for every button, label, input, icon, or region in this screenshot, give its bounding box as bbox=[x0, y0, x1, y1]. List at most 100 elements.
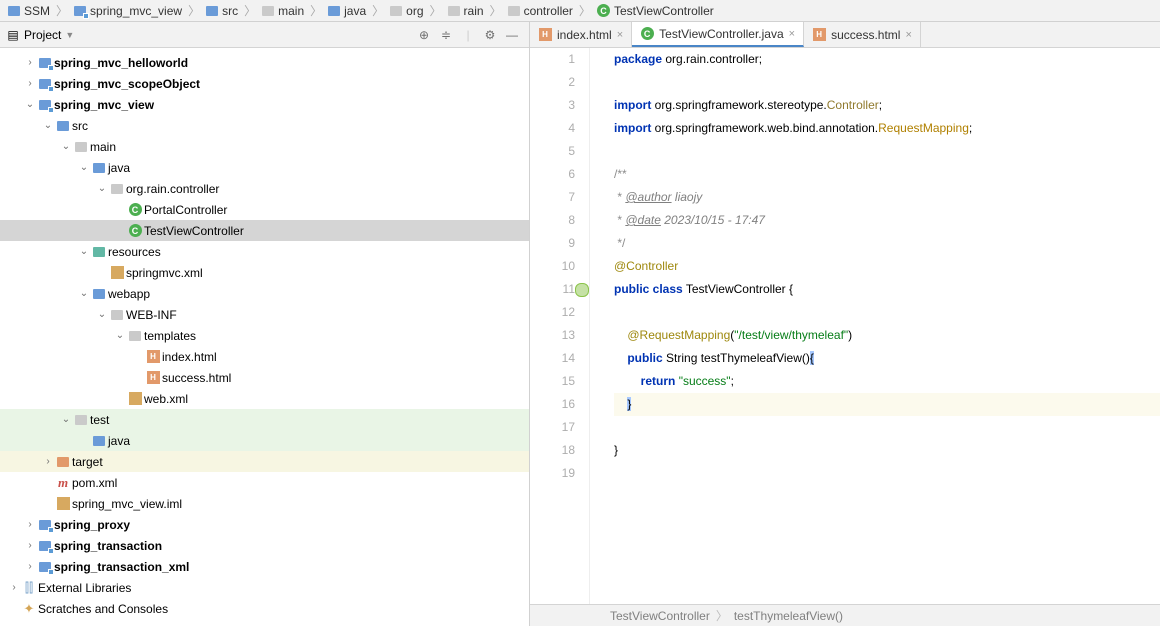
code-line[interactable]: public String testThymeleafView(){ bbox=[614, 347, 1160, 370]
code-line[interactable] bbox=[614, 462, 1160, 485]
tree-item[interactable]: springmvc.xml bbox=[0, 262, 529, 283]
status-method[interactable]: testThymeleafView() bbox=[734, 609, 843, 623]
tree-item[interactable]: ›⫿⫿External Libraries bbox=[0, 577, 529, 598]
tree-item[interactable]: ⌄resources bbox=[0, 241, 529, 262]
line-number[interactable]: 12 bbox=[530, 301, 575, 324]
tree-item[interactable]: ›spring_transaction_xml bbox=[0, 556, 529, 577]
tree-arrow[interactable]: ⌄ bbox=[58, 141, 74, 152]
tree-item[interactable]: ⌄src bbox=[0, 115, 529, 136]
tree-arrow[interactable]: › bbox=[40, 456, 56, 467]
code-line[interactable]: import org.springframework.stereotype.Co… bbox=[614, 94, 1160, 117]
line-number[interactable]: 18 bbox=[530, 439, 575, 462]
hide-button[interactable]: — bbox=[501, 24, 523, 46]
code-line[interactable]: package org.rain.controller; bbox=[614, 48, 1160, 71]
editor-tab[interactable]: Hindex.html× bbox=[530, 22, 632, 47]
line-number[interactable]: 15 bbox=[530, 370, 575, 393]
settings-button[interactable]: ⚙ bbox=[479, 24, 501, 46]
tree-item[interactable]: ⌄main bbox=[0, 136, 529, 157]
code-line[interactable]: @RequestMapping("/test/view/thymeleaf") bbox=[614, 324, 1160, 347]
code-line[interactable] bbox=[614, 140, 1160, 163]
line-number[interactable]: 5 bbox=[530, 140, 575, 163]
tree-item[interactable]: ⌄test bbox=[0, 409, 529, 430]
breadcrumb-item[interactable]: org bbox=[386, 4, 427, 18]
line-number[interactable]: 13 bbox=[530, 324, 575, 347]
line-number[interactable]: 19 bbox=[530, 462, 575, 485]
tree-arrow[interactable]: › bbox=[22, 57, 38, 68]
code-line[interactable]: * @date 2023/10/15 - 17:47 bbox=[614, 209, 1160, 232]
tree-arrow[interactable]: › bbox=[22, 78, 38, 89]
line-number[interactable]: 7 bbox=[530, 186, 575, 209]
tree-item[interactable]: ⌄WEB-INF bbox=[0, 304, 529, 325]
line-number[interactable]: 17 bbox=[530, 416, 575, 439]
tree-item[interactable]: ⌄java bbox=[0, 157, 529, 178]
line-number[interactable]: 8 bbox=[530, 209, 575, 232]
tree-item[interactable]: ⌄org.rain.controller bbox=[0, 178, 529, 199]
tree-arrow[interactable]: ⌄ bbox=[76, 162, 92, 173]
tree-arrow[interactable]: › bbox=[6, 582, 22, 593]
tree-item[interactable]: Hindex.html bbox=[0, 346, 529, 367]
tree-arrow[interactable]: ⌄ bbox=[76, 246, 92, 257]
code-line[interactable]: return "success"; bbox=[614, 370, 1160, 393]
breadcrumb-item[interactable]: spring_mvc_view bbox=[70, 4, 186, 18]
close-icon[interactable]: × bbox=[617, 29, 623, 41]
breadcrumb-item[interactable]: main bbox=[258, 4, 308, 18]
tree-item[interactable]: ›spring_proxy bbox=[0, 514, 529, 535]
code-editor[interactable]: package org.rain.controller; import org.s… bbox=[590, 48, 1160, 604]
tree-item[interactable]: ›spring_transaction bbox=[0, 535, 529, 556]
code-line[interactable] bbox=[614, 71, 1160, 94]
code-line[interactable]: } bbox=[614, 393, 1160, 416]
tree-item[interactable]: ›spring_mvc_scopeObject bbox=[0, 73, 529, 94]
code-line[interactable]: /** bbox=[614, 163, 1160, 186]
tree-item[interactable]: ⌄spring_mvc_view bbox=[0, 94, 529, 115]
tree-arrow[interactable]: ⌄ bbox=[94, 183, 110, 194]
tree-arrow[interactable]: ⌄ bbox=[94, 309, 110, 320]
status-class[interactable]: TestViewController bbox=[610, 609, 710, 623]
breadcrumb-item[interactable]: SSM bbox=[4, 4, 54, 18]
tree-item[interactable]: web.xml bbox=[0, 388, 529, 409]
tree-arrow[interactable]: ⌄ bbox=[22, 99, 38, 110]
code-line[interactable]: public class TestViewController { bbox=[614, 278, 1160, 301]
tree-item[interactable]: java bbox=[0, 430, 529, 451]
line-number[interactable]: 14 bbox=[530, 347, 575, 370]
line-number[interactable]: 6 bbox=[530, 163, 575, 186]
line-number[interactable]: 3 bbox=[530, 94, 575, 117]
tree-arrow[interactable]: ⌄ bbox=[76, 288, 92, 299]
code-line[interactable]: @Controller bbox=[614, 255, 1160, 278]
tree-arrow[interactable]: ⌄ bbox=[40, 120, 56, 131]
line-number[interactable]: 2 bbox=[530, 71, 575, 94]
line-number[interactable]: 9 bbox=[530, 232, 575, 255]
collapse-all-button[interactable]: ≑ bbox=[435, 24, 457, 46]
tree-item[interactable]: ›spring_mvc_helloworld bbox=[0, 52, 529, 73]
project-tree[interactable]: ›spring_mvc_helloworld›spring_mvc_scopeO… bbox=[0, 48, 529, 626]
tree-item[interactable]: ›target bbox=[0, 451, 529, 472]
tree-item[interactable]: CTestViewController bbox=[0, 220, 529, 241]
tree-item[interactable]: spring_mvc_view.iml bbox=[0, 493, 529, 514]
tree-arrow[interactable]: › bbox=[22, 519, 38, 530]
code-line[interactable] bbox=[614, 301, 1160, 324]
breadcrumb-item[interactable]: src bbox=[202, 4, 242, 18]
close-icon[interactable]: × bbox=[905, 29, 911, 41]
close-icon[interactable]: × bbox=[789, 28, 795, 40]
tree-item[interactable]: Hsuccess.html bbox=[0, 367, 529, 388]
tree-item[interactable]: ✦Scratches and Consoles bbox=[0, 598, 529, 619]
tree-arrow[interactable]: › bbox=[22, 561, 38, 572]
tree-arrow[interactable]: ⌄ bbox=[112, 330, 128, 341]
line-number[interactable]: 4 bbox=[530, 117, 575, 140]
gutter[interactable]: 12345678910111213141516171819 bbox=[530, 48, 590, 604]
line-number[interactable]: 11 bbox=[530, 278, 575, 301]
tree-item[interactable]: mpom.xml bbox=[0, 472, 529, 493]
editor-tab[interactable]: CTestViewController.java× bbox=[632, 22, 804, 47]
tree-arrow[interactable]: ⌄ bbox=[58, 414, 74, 425]
tree-item[interactable]: CPortalController bbox=[0, 199, 529, 220]
locate-button[interactable]: ⊕ bbox=[413, 24, 435, 46]
code-line[interactable]: } bbox=[614, 439, 1160, 462]
tree-arrow[interactable]: › bbox=[22, 540, 38, 551]
tree-item[interactable]: ⌄webapp bbox=[0, 283, 529, 304]
line-number[interactable]: 1 bbox=[530, 48, 575, 71]
line-number[interactable]: 16 bbox=[530, 393, 575, 416]
editor-tab[interactable]: Hsuccess.html× bbox=[804, 22, 921, 47]
code-line[interactable] bbox=[614, 416, 1160, 439]
code-line[interactable]: */ bbox=[614, 232, 1160, 255]
breadcrumb-item[interactable]: CTestViewController bbox=[593, 4, 718, 18]
code-line[interactable]: import org.springframework.web.bind.anno… bbox=[614, 117, 1160, 140]
